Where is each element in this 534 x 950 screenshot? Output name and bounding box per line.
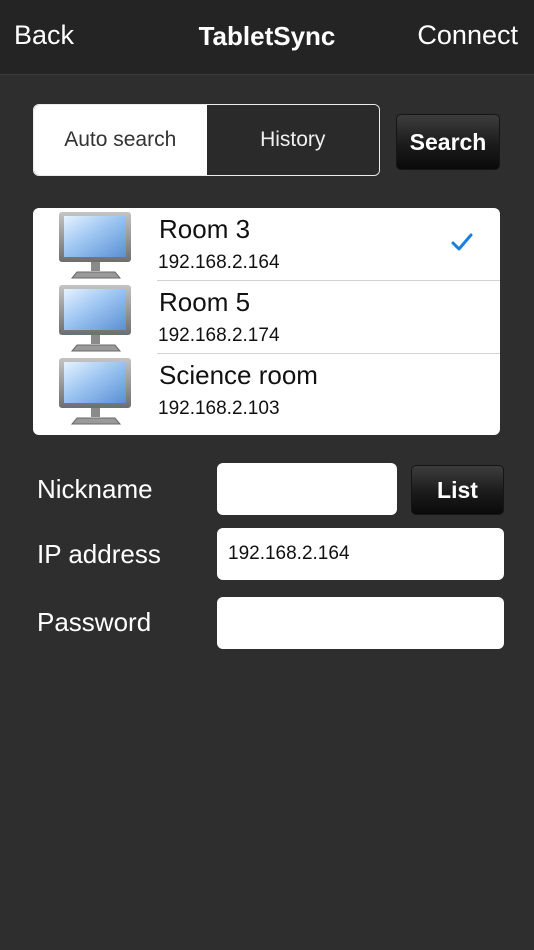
navigation-bar: Back TabletSync Connect [0, 0, 534, 75]
device-name: Room 5 [159, 287, 251, 317]
search-mode-segmented-control: Auto search History [33, 104, 380, 176]
device-row-science-room[interactable]: Science room 192.168.2.103 [33, 354, 500, 427]
device-name: Science room [159, 360, 318, 390]
password-field[interactable] [217, 597, 504, 649]
device-name: Room 3 [159, 214, 251, 244]
ip-address-field[interactable] [217, 528, 504, 580]
search-button[interactable]: Search [396, 114, 500, 170]
tab-history[interactable]: History [206, 105, 379, 175]
nickname-label: Nickname [37, 474, 153, 504]
monitor-icon [59, 212, 131, 279]
device-ip: 192.168.2.174 [158, 325, 280, 346]
checkmark-icon [451, 233, 473, 251]
monitor-icon [59, 285, 131, 352]
tab-auto-search[interactable]: Auto search [34, 105, 207, 175]
connect-button[interactable]: Connect [417, 20, 518, 51]
list-button[interactable]: List [411, 465, 504, 515]
ip-address-label: IP address [37, 539, 161, 569]
device-row-room-5[interactable]: Room 5 192.168.2.174 [33, 281, 500, 354]
device-ip: 192.168.2.103 [158, 398, 280, 419]
monitor-icon [59, 358, 131, 425]
nickname-field[interactable] [217, 463, 397, 515]
password-label: Password [37, 607, 152, 637]
device-ip: 192.168.2.164 [158, 252, 280, 273]
device-row-room-3[interactable]: Room 3 192.168.2.164 [33, 208, 500, 281]
device-list: Room 3 192.168.2.164 Room 5 192.168.2.17… [33, 208, 500, 435]
